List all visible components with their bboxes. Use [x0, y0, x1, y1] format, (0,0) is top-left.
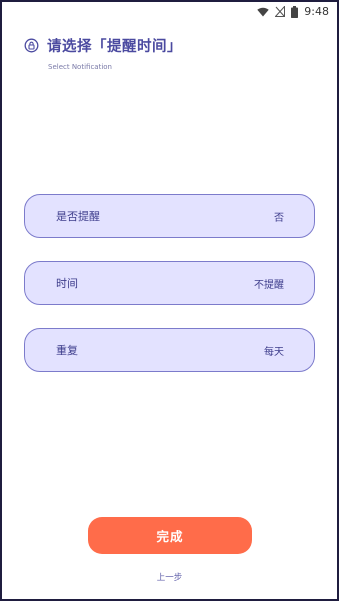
- previous-step-link[interactable]: 上一步: [2, 571, 337, 583]
- status-bar: 9:48: [2, 2, 337, 24]
- battery-icon: [291, 5, 299, 18]
- option-label: 是否提醒: [56, 210, 100, 223]
- status-icons: 9:48: [257, 5, 329, 18]
- done-button[interactable]: 完成: [88, 517, 252, 554]
- option-repeat[interactable]: 重复 每天: [24, 328, 315, 372]
- option-value: 否: [274, 212, 284, 224]
- option-value: 每天: [264, 346, 284, 358]
- status-time: 9:48: [304, 5, 329, 18]
- page-title: 请选择「提醒时间」: [47, 39, 182, 55]
- option-label: 重复: [56, 344, 78, 357]
- no-signal-icon: [275, 6, 286, 17]
- title-row: 请选择「提醒时间」: [24, 35, 182, 56]
- option-time[interactable]: 时间 不提醒: [24, 261, 315, 305]
- page-header: 请选择「提醒时间」 Select Notification: [24, 35, 182, 71]
- wifi-icon: [257, 7, 269, 17]
- page-subtitle: Select Notification: [48, 63, 112, 71]
- option-remind-toggle[interactable]: 是否提醒 否: [24, 194, 315, 238]
- option-label: 时间: [56, 277, 78, 290]
- lock-icon: [24, 38, 39, 53]
- option-value: 不提醒: [254, 279, 284, 291]
